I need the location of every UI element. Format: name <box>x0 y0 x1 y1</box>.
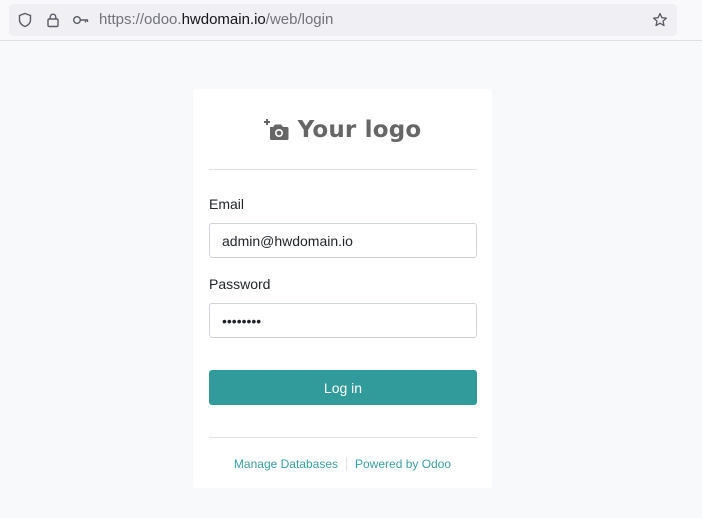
shield-icon[interactable] <box>17 12 33 28</box>
browser-toolbar: https://odoo.hwdomain.io/web/login <box>0 0 702 41</box>
logo-text: Your logo <box>297 117 422 143</box>
manage-databases-link[interactable]: Manage Databases <box>234 457 338 471</box>
key-icon[interactable] <box>72 12 90 28</box>
url-text[interactable]: https://odoo.hwdomain.io/web/login <box>99 11 333 29</box>
url-host: hwdomain.io <box>181 11 266 28</box>
login-button[interactable]: Log in <box>209 370 477 405</box>
email-field[interactable] <box>209 223 477 258</box>
add-photo-icon <box>263 119 289 140</box>
bookmark-star-icon[interactable] <box>652 12 668 28</box>
email-label: Email <box>209 196 245 212</box>
footer-divider <box>209 437 477 438</box>
password-label: Password <box>209 276 271 292</box>
logo-divider <box>209 169 477 170</box>
footer-separator <box>346 457 347 471</box>
password-field[interactable] <box>209 303 477 338</box>
address-bar[interactable]: https://odoo.hwdomain.io/web/login <box>9 4 677 36</box>
url-prefix: https://odoo. <box>99 11 182 28</box>
url-path: /web/login <box>265 11 334 28</box>
login-card: Your logo Email Password Log in Manage D… <box>193 89 492 488</box>
lock-icon[interactable] <box>45 12 61 28</box>
login-footer: Manage Databases Powered by Odoo <box>193 456 492 472</box>
powered-by-odoo-link[interactable]: Powered by Odoo <box>355 457 451 471</box>
company-logo: Your logo <box>193 113 492 147</box>
